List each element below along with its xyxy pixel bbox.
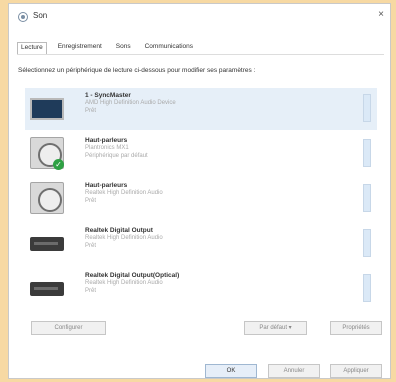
dropdown-arrow-icon[interactable]: ▾: [289, 325, 292, 331]
tab-lecture[interactable]: Lecture: [17, 42, 47, 54]
device-desc: Realtek High Definition Audio: [85, 235, 163, 241]
device-status: Prêt: [85, 243, 97, 249]
apply-button[interactable]: Appliquer: [330, 364, 382, 378]
instruction-text: Sélectionnez un périphérique de lecture …: [18, 67, 256, 74]
default-check-icon: ✓: [53, 159, 64, 170]
device-status: Prêt: [85, 198, 97, 204]
tab-enregistrement[interactable]: Enregistrement: [55, 42, 105, 54]
device-status: Périphérique par défaut: [85, 153, 148, 159]
digital-output-icon: [30, 282, 64, 296]
device-name: Haut-parleurs: [85, 137, 128, 144]
level-meter: [363, 94, 371, 122]
tab-sons[interactable]: Sons: [113, 42, 134, 54]
device-name: Realtek Digital Output: [85, 227, 153, 234]
properties-button[interactable]: Propriétés: [330, 321, 382, 335]
device-item[interactable]: Realtek Digital Output Realtek High Defi…: [25, 223, 377, 265]
device-text: Haut-parleurs Plantronics MX1 Périphériq…: [85, 137, 148, 160]
device-text: Realtek Digital Output(Optical) Realtek …: [85, 272, 179, 295]
sound-icon: [18, 12, 28, 22]
tab-strip: Lecture Enregistrement Sons Communicatio…: [17, 42, 196, 54]
device-text: Realtek Digital Output Realtek High Defi…: [85, 227, 163, 250]
level-meter: [363, 274, 371, 302]
device-status: Prêt: [85, 288, 97, 294]
device-item[interactable]: Realtek Digital Output(Optical) Realtek …: [25, 268, 377, 310]
window-title: Son: [33, 11, 48, 20]
tab-communications[interactable]: Communications: [142, 42, 196, 54]
set-default-label: Par défaut: [259, 325, 287, 331]
device-item[interactable]: 1 - SyncMaster AMD High Definition Audio…: [25, 88, 377, 130]
title-bar: Son ×: [9, 4, 390, 30]
ok-button[interactable]: OK: [205, 364, 257, 378]
device-status: Prêt: [85, 108, 97, 114]
device-desc: Plantronics MX1: [85, 145, 129, 151]
speaker-icon: [30, 182, 64, 214]
device-text: 1 - SyncMaster AMD High Definition Audio…: [85, 92, 176, 115]
set-default-button[interactable]: Par défaut ▾: [244, 321, 307, 335]
device-desc: AMD High Definition Audio Device: [85, 100, 176, 106]
digital-output-icon: [30, 237, 64, 251]
device-desc: Realtek High Definition Audio: [85, 190, 163, 196]
close-button[interactable]: ×: [378, 10, 384, 20]
level-meter: [363, 184, 371, 212]
monitor-icon: [30, 98, 64, 120]
device-text: Haut-parleurs Realtek High Definition Au…: [85, 182, 163, 205]
device-desc: Realtek High Definition Audio: [85, 280, 163, 286]
device-name: Haut-parleurs: [85, 182, 128, 189]
device-name: 1 - SyncMaster: [85, 92, 131, 99]
level-meter: [363, 229, 371, 257]
configure-button[interactable]: Configurer: [31, 321, 106, 335]
device-item[interactable]: Haut-parleurs Realtek High Definition Au…: [25, 178, 377, 220]
level-meter: [363, 139, 371, 167]
device-name: Realtek Digital Output(Optical): [85, 272, 180, 279]
device-list[interactable]: 1 - SyncMaster AMD High Definition Audio…: [25, 88, 377, 310]
cancel-button[interactable]: Annuler: [268, 364, 320, 378]
device-item[interactable]: ✓ Haut-parleurs Plantronics MX1 Périphér…: [25, 133, 377, 175]
